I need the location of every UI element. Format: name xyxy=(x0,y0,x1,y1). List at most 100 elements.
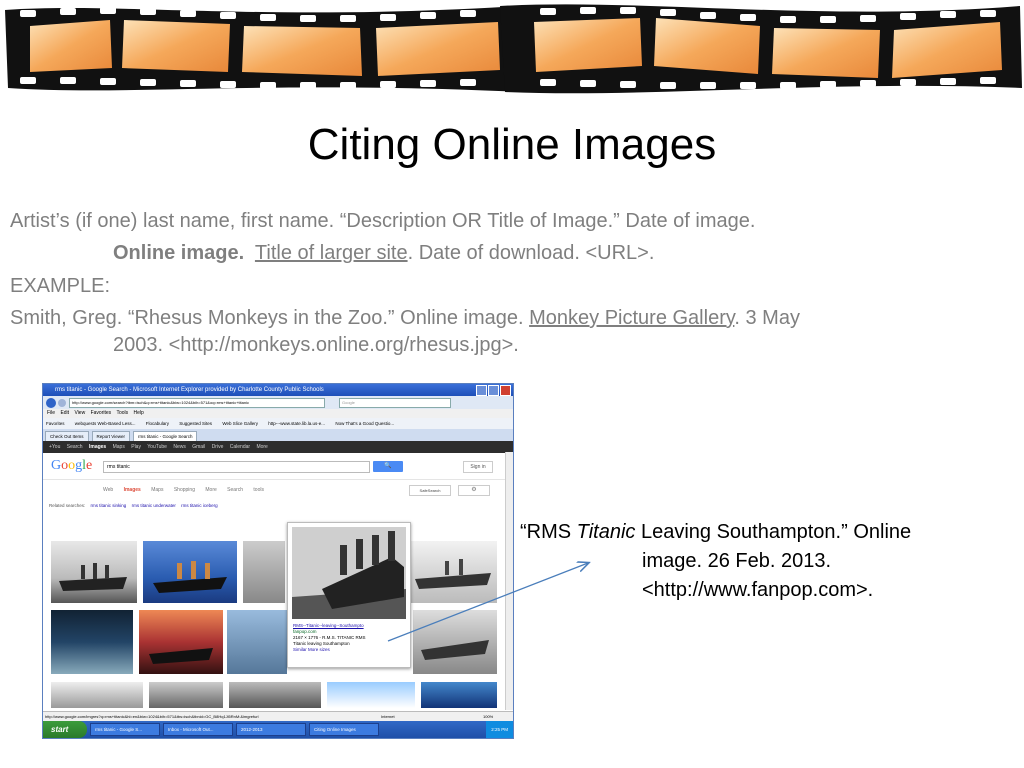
example-text-post: . 3 May xyxy=(734,307,800,329)
google-bar-item[interactable]: Play xyxy=(131,444,141,450)
caption-line-1: “RMS Titanic Leaving Southampton.” Onlin… xyxy=(520,518,1020,547)
result-tab[interactable]: Maps xyxy=(151,487,163,493)
sign-in-button[interactable]: Sign in xyxy=(463,461,493,473)
online-image-label: Online image. xyxy=(113,242,245,264)
gear-icon[interactable]: ⚙ xyxy=(458,485,490,496)
browser-search-input[interactable]: Google xyxy=(339,397,451,408)
google-bar-item[interactable]: Maps xyxy=(113,444,125,450)
caption-line-3: <http://www.fanpop.com>. xyxy=(642,579,874,601)
maximize-button[interactable] xyxy=(488,385,499,396)
example-site: Monkey Picture Gallery xyxy=(529,307,735,329)
minimize-button[interactable] xyxy=(476,385,487,396)
google-bar: +You Search Images Maps Play YouTube New… xyxy=(43,441,513,453)
related-link[interactable]: rms titanic underwater xyxy=(132,503,176,508)
favorites-item[interactable]: webquests Web-Based Less... xyxy=(75,421,136,426)
taskbar: start rms titanic - Google S... Inbox - … xyxy=(43,721,513,738)
result-tabs: Web Images Maps Shopping More Search too… xyxy=(43,480,513,500)
result-tab[interactable]: Web xyxy=(103,487,113,493)
taskbar-item[interactable]: Inbox - Microsoft Out... xyxy=(163,723,233,736)
caption-italic: Titanic xyxy=(576,521,636,543)
status-zone: Internet xyxy=(381,714,395,719)
related-link[interactable]: rms titanic iceberg xyxy=(181,503,218,508)
result-tab[interactable]: Shopping xyxy=(174,487,195,493)
browser-tab-active[interactable]: rms titanic - Google Search xyxy=(132,431,198,441)
format-line-2-rest: . Date of download. <URL>. xyxy=(407,242,655,264)
example-line-2: 2003. <http://monkeys.online.org/rhesus.… xyxy=(113,334,519,356)
image-result[interactable] xyxy=(243,541,285,603)
search-icon: 🔍 xyxy=(384,463,392,469)
caption-pre: “RMS xyxy=(520,521,577,543)
image-result[interactable] xyxy=(51,682,143,708)
preview-image[interactable] xyxy=(292,527,406,619)
close-button[interactable] xyxy=(500,385,511,396)
favorites-item[interactable]: Now That's a Good Questio... xyxy=(335,421,394,426)
image-result[interactable] xyxy=(409,541,497,603)
favorites-item[interactable]: Favorites xyxy=(46,421,65,426)
image-result[interactable] xyxy=(327,682,415,708)
status-zoom[interactable]: 100% xyxy=(483,712,493,721)
google-bar-item[interactable]: +You xyxy=(49,444,60,450)
browser-screenshot: rms titanic - Google Search - Microsoft … xyxy=(42,383,514,739)
forward-icon[interactable] xyxy=(58,398,66,407)
image-result[interactable] xyxy=(139,610,223,674)
image-result[interactable] xyxy=(51,610,133,674)
google-bar-item[interactable]: Drive xyxy=(212,444,224,450)
google-bar-item[interactable]: News xyxy=(173,444,186,450)
browser-tab[interactable]: Report Viewer xyxy=(91,431,130,441)
result-tab[interactable]: Search tools xyxy=(227,487,264,493)
image-result[interactable] xyxy=(143,541,237,603)
image-result[interactable] xyxy=(413,610,497,674)
google-header: Google rms titanic 🔍 Sign in xyxy=(43,453,513,480)
related-link[interactable]: rms titanic sinking xyxy=(91,503,127,508)
status-url: http://www.google.com/imgres?q=rms+titan… xyxy=(45,714,259,719)
image-result[interactable] xyxy=(421,682,497,708)
google-bar-item[interactable]: Search xyxy=(67,444,83,450)
back-icon[interactable] xyxy=(46,397,56,408)
browser-tab[interactable]: Check Out Items xyxy=(45,431,89,441)
format-line-1: Artist’s (if one) last name, first name.… xyxy=(10,210,756,232)
related-label: Related searches: xyxy=(49,503,86,508)
taskbar-item[interactable]: Citing Online Images xyxy=(309,723,379,736)
google-search-input[interactable]: rms titanic xyxy=(103,461,370,473)
address-bar-row: http://www.google.com/search?tbm=isch&q=… xyxy=(43,396,513,409)
image-result[interactable] xyxy=(51,541,137,603)
example-text-pre: Smith, Greg. “Rhesus Monkeys in the Zoo.… xyxy=(10,307,530,329)
image-result[interactable] xyxy=(229,682,321,708)
image-result[interactable] xyxy=(149,682,223,708)
image-preview-popup: RMS--Titanic--leaving--Southampto fanpop… xyxy=(287,522,411,668)
google-logo[interactable]: Google xyxy=(51,458,92,474)
image-result[interactable] xyxy=(227,610,287,674)
favorites-bar: Favorites webquests Web-Based Less... Fl… xyxy=(43,418,513,429)
preview-actions[interactable]: Similar More sizes xyxy=(293,647,410,653)
slide-title: Citing Online Images xyxy=(307,120,717,169)
google-bar-item-active[interactable]: Images xyxy=(89,444,106,450)
caption-line-2: image. 26 Feb. 2013. xyxy=(642,550,832,572)
example-line-1: Smith, Greg. “Rhesus Monkeys in the Zoo.… xyxy=(10,302,1014,334)
google-bar-item[interactable]: YouTube xyxy=(147,444,167,450)
result-tab-active[interactable]: Images xyxy=(124,487,141,493)
window-title: rms titanic - Google Search - Microsoft … xyxy=(55,387,324,393)
taskbar-clock: 2:25 PM xyxy=(486,721,513,738)
search-button[interactable]: 🔍 xyxy=(373,461,403,472)
menu-bar[interactable]: File Edit View Favorites Tools Help xyxy=(43,409,513,418)
favorites-item[interactable]: Flocabulary xyxy=(146,421,169,426)
safesearch-button[interactable]: SafeSearch xyxy=(409,485,451,496)
google-bar-item[interactable]: More xyxy=(256,444,267,450)
start-button[interactable]: start xyxy=(43,721,87,738)
favorites-item[interactable]: Web Slice Gallery xyxy=(222,421,258,426)
favorites-item[interactable]: http---www.state.lib.la.us-e... xyxy=(268,421,325,426)
google-bar-item[interactable]: Gmail xyxy=(192,444,205,450)
larger-site-label: Title of larger site xyxy=(254,242,408,264)
format-line-2: Online image. Title of larger site. Date… xyxy=(113,237,1013,269)
address-input[interactable]: http://www.google.com/search?tbm=isch&q=… xyxy=(69,397,325,408)
google-bar-item[interactable]: Calendar xyxy=(230,444,250,450)
favorites-item[interactable]: Suggested Sites xyxy=(179,421,212,426)
window-titlebar: rms titanic - Google Search - Microsoft … xyxy=(43,384,513,396)
browser-tabs: Check Out Items Report Viewer rms titani… xyxy=(43,429,513,441)
page-scrollbar[interactable] xyxy=(505,452,513,710)
related-searches: Related searches: rms titanic sinking rm… xyxy=(43,500,513,511)
filmstrip-banner xyxy=(5,4,1022,94)
taskbar-item[interactable]: 2012-2013 xyxy=(236,723,306,736)
result-tab[interactable]: More xyxy=(205,487,216,493)
taskbar-item[interactable]: rms titanic - Google S... xyxy=(90,723,160,736)
